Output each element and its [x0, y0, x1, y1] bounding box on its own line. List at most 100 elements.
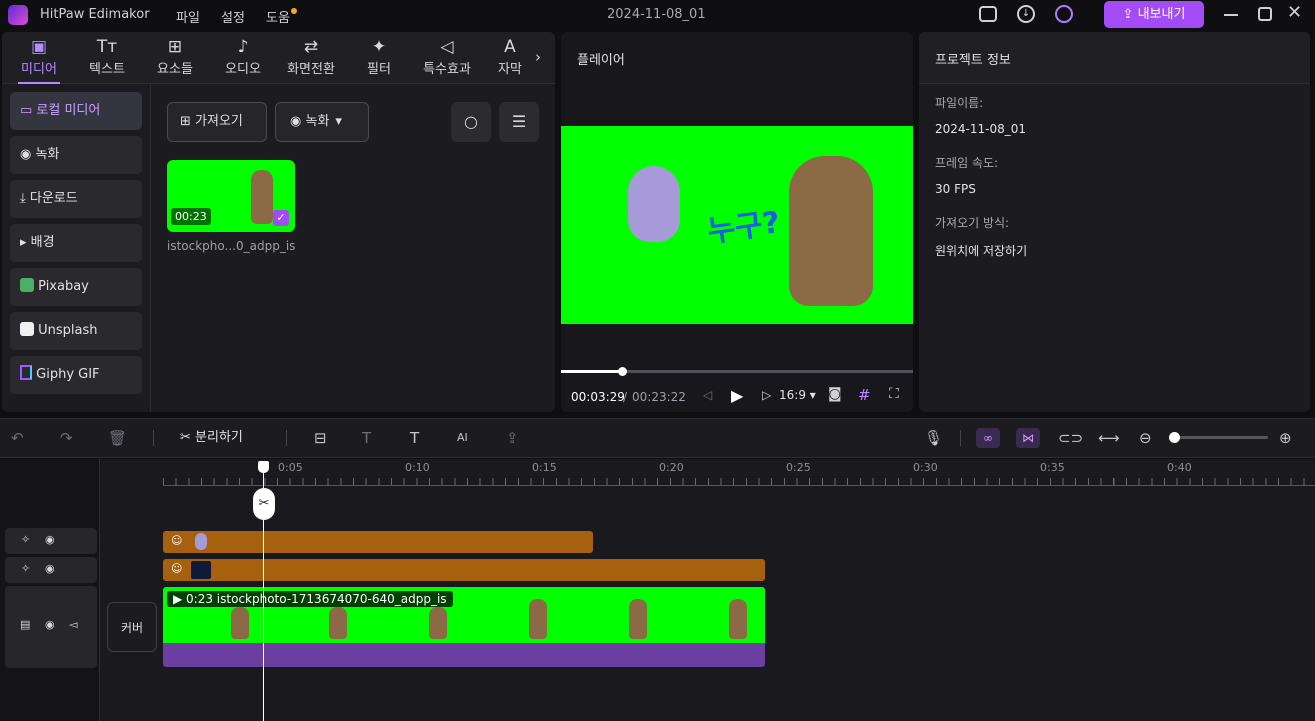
feedback-icon[interactable]	[979, 6, 997, 22]
text-sticker-thumb	[191, 561, 211, 579]
download-icon[interactable]: ↓	[1017, 5, 1035, 23]
tabs-scroll-right-icon[interactable]: ›	[535, 48, 541, 66]
audio-waveform-clip[interactable]	[163, 643, 765, 667]
zoom-in-icon[interactable]: ⊕	[1279, 428, 1292, 448]
export-clip-icon[interactable]: ⇪	[506, 428, 519, 448]
playhead-handle[interactable]	[258, 461, 269, 473]
effects-icon: ◁	[440, 37, 454, 57]
player-scrubber-handle[interactable]	[618, 367, 627, 376]
delete-icon[interactable]: 🗑	[108, 428, 127, 448]
cat-image	[789, 156, 873, 306]
eye-icon[interactable]: ◉	[45, 618, 55, 631]
toolbar-divider	[960, 430, 961, 446]
text-tool-icon[interactable]: T	[410, 428, 419, 448]
prev-frame-icon[interactable]: ◁	[703, 388, 712, 402]
cat-frame	[629, 599, 647, 639]
tab-media[interactable]: ▣ 미디어	[9, 36, 69, 82]
pin-icon[interactable]: ✧	[21, 533, 30, 546]
sticker-clip-text[interactable]: ☺	[163, 559, 765, 581]
player-preview: 누구?	[561, 126, 913, 324]
elements-icon: ⊞	[167, 37, 183, 57]
redo-icon[interactable]: ↷	[60, 428, 73, 448]
record-icon: ◉	[20, 147, 36, 162]
pixabay-icon	[20, 278, 34, 292]
project-title: 2024-11-08_01	[607, 7, 706, 22]
file-name-label: 파일이름:	[935, 96, 984, 110]
media-thumbnail[interactable]: 00:23 ✓	[167, 160, 295, 232]
ai-icon[interactable]: AI	[457, 428, 468, 448]
time-ruler	[163, 478, 1315, 486]
toolbar-divider	[153, 430, 154, 446]
undo-icon[interactable]: ↶	[11, 428, 24, 448]
tab-effects[interactable]: ◁ 특수효과	[417, 36, 477, 82]
sticker-clip-ghost[interactable]: ☺	[163, 531, 593, 553]
microphone-icon[interactable]: 🎙	[924, 428, 943, 448]
minimize-icon[interactable]	[1224, 14, 1238, 16]
zoom-slider[interactable]	[1169, 432, 1268, 443]
sidebar-item-download[interactable]: ⤓ 다운로드	[10, 180, 142, 218]
eye-icon[interactable]: ◉	[45, 533, 55, 546]
current-time: 00:03:29	[571, 390, 625, 404]
check-icon: ✓	[273, 210, 289, 226]
pin-icon[interactable]: ✧	[21, 562, 30, 575]
frame-rate-label: 프레임 속도:	[935, 156, 999, 170]
sidebar-item-local-media[interactable]: ▭ 로컬 미디어	[10, 92, 142, 130]
film-icon[interactable]: ▤	[20, 618, 30, 631]
cat-frame	[231, 607, 249, 639]
volume-icon[interactable]: ◅	[69, 618, 77, 631]
sidebar-item-pixabay[interactable]: Pixabay	[10, 268, 142, 306]
zoom-out-icon[interactable]: ⊖	[1139, 428, 1152, 448]
play-icon[interactable]: ▶	[731, 386, 743, 405]
sidebar-item-record[interactable]: ◉ 녹화	[10, 136, 142, 174]
text-disabled-icon[interactable]: T	[362, 428, 371, 448]
split-button[interactable]: ✂ 분리하기	[180, 428, 243, 448]
app-logo-icon	[8, 5, 28, 25]
fullscreen-icon[interactable]: ⛶	[889, 386, 899, 402]
record-dropdown[interactable]: ◉ 녹화 ▾	[275, 102, 369, 142]
eye-icon[interactable]: ◉	[45, 562, 55, 575]
account-icon[interactable]	[1055, 5, 1073, 23]
grid-icon[interactable]: #	[858, 386, 871, 404]
tick-label: 0:30	[913, 461, 938, 474]
close-icon[interactable]: ✕	[1287, 2, 1302, 23]
next-frame-icon[interactable]: ▷	[762, 388, 771, 402]
tick-label: 0:05	[278, 461, 303, 474]
sidebar-item-giphy[interactable]: Giphy GIF	[10, 356, 142, 394]
tick-label: 0:40	[1167, 461, 1192, 474]
magnet-icon[interactable]: ⋈	[1016, 428, 1040, 448]
camera-icon[interactable]: ◙	[828, 386, 842, 402]
tab-elements[interactable]: ⊞ 요소들	[145, 36, 205, 82]
tab-subtitle[interactable]: A 자막	[485, 36, 535, 82]
tab-transition[interactable]: ⇄ 화면전환	[281, 36, 341, 82]
main-video-clip[interactable]: ▶ 0:23 istockphoto-1713674070-640_adpp_i…	[163, 587, 765, 643]
export-label: 내보내기	[1137, 7, 1186, 22]
split-audio-icon[interactable]: ⊂⊃	[1058, 428, 1083, 448]
cat-frame	[329, 607, 347, 639]
menu-help[interactable]: 도움	[266, 7, 290, 26]
tab-filter[interactable]: ✦ 필터	[349, 36, 409, 82]
subtitle-icon: A	[504, 37, 516, 57]
zoom-slider-handle[interactable]	[1169, 432, 1180, 443]
playhead-split-button[interactable]: ✂	[253, 488, 275, 520]
menu-file[interactable]: 파일	[176, 7, 200, 26]
subtitle-tool-icon[interactable]: ⊟	[314, 428, 327, 448]
search-button[interactable]: ○	[451, 102, 491, 142]
tab-text[interactable]: Tт 텍스트	[77, 36, 137, 82]
aspect-ratio-dropdown[interactable]: 16:9 ▾	[779, 388, 816, 402]
tab-audio[interactable]: ♪ 오디오	[213, 36, 273, 82]
fit-icon[interactable]: ⟷	[1098, 428, 1120, 448]
sort-button[interactable]: ☰	[499, 102, 539, 142]
cover-button[interactable]: 커버	[107, 602, 157, 652]
menu-settings[interactable]: 설정	[221, 7, 245, 26]
export-button[interactable]: ⇪ 내보내기	[1104, 1, 1204, 28]
sidebar-item-background[interactable]: ▸ 배경	[10, 224, 142, 262]
tick-label: 0:25	[786, 461, 811, 474]
import-button[interactable]: ⊞ 가져오기	[167, 102, 267, 142]
maximize-icon[interactable]	[1258, 7, 1272, 21]
link-icon[interactable]: ∞	[976, 428, 1000, 448]
download-icon: ⤓	[20, 191, 30, 206]
caret-right-icon: ▸	[20, 235, 31, 250]
import-method-value: 원위치에 저장하기	[935, 244, 1028, 258]
sidebar-item-unsplash[interactable]: Unsplash	[10, 312, 142, 350]
player-scrubber-track[interactable]	[561, 367, 913, 376]
